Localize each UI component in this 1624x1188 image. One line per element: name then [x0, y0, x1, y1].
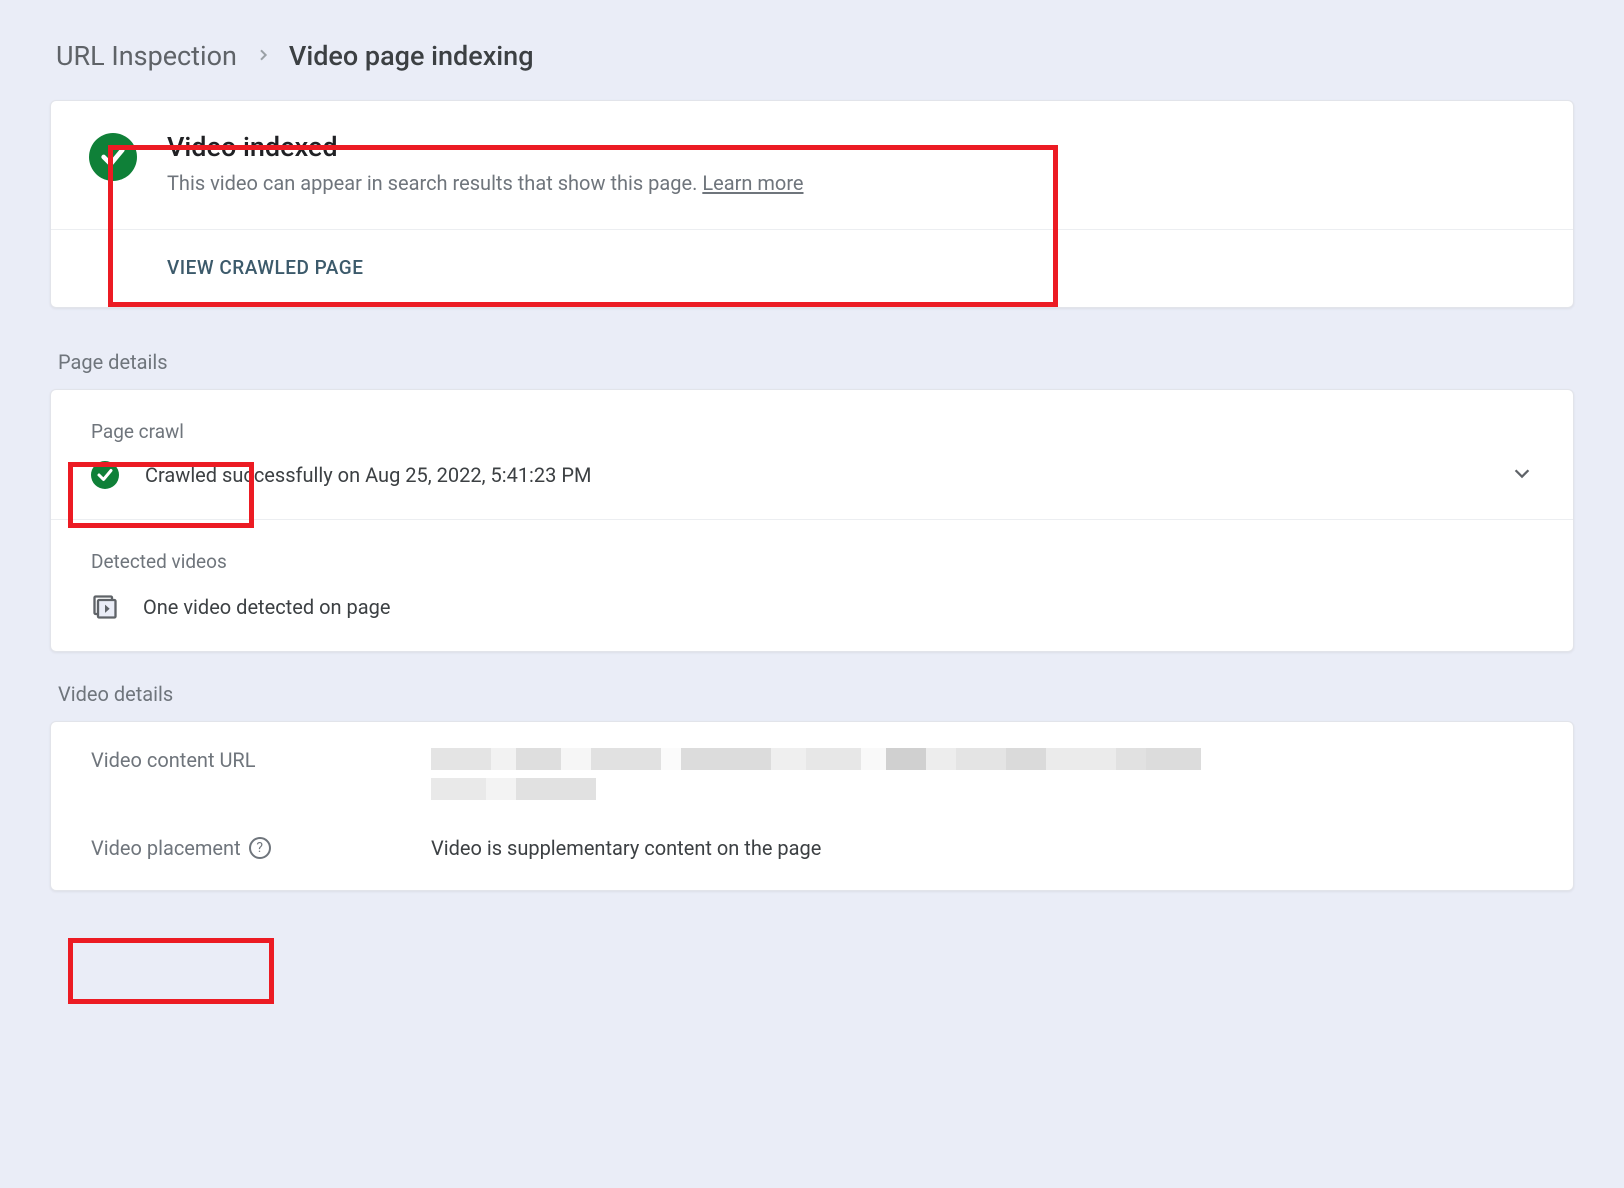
redacted-url [431, 748, 1241, 808]
status-subtitle-text: This video can appear in search results … [167, 171, 702, 195]
annotation-box-video-details [68, 938, 274, 1004]
video-placement-row: Video placement ? Video is supplementary… [51, 818, 1573, 890]
page-crawl-text: Crawled successfully on Aug 25, 2022, 5:… [145, 463, 1485, 487]
success-check-icon [89, 133, 137, 181]
video-placement-key-text: Video placement [91, 836, 241, 860]
video-details-card: Video content URL Video placement ? Vide… [50, 721, 1574, 891]
breadcrumb-current: Video page indexing [289, 40, 534, 72]
status-text: Video indexed This video can appear in s… [167, 131, 804, 197]
status-row: Video indexed This video can appear in s… [51, 101, 1573, 229]
video-placement-key: Video placement ? [91, 836, 401, 860]
video-content-url-key: Video content URL [91, 748, 401, 772]
page-crawl-row[interactable]: Crawled successfully on Aug 25, 2022, 5:… [51, 443, 1573, 519]
video-placement-value: Video is supplementary content on the pa… [431, 836, 821, 860]
detected-videos-row: One video detected on page [51, 573, 1573, 651]
video-details-title: Video details [50, 668, 1574, 721]
detected-videos-label: Detected videos [51, 520, 1573, 573]
view-crawled-row: VIEW CRAWLED PAGE [51, 230, 1573, 307]
status-subtitle: This video can appear in search results … [167, 169, 804, 197]
detected-videos-text: One video detected on page [143, 595, 390, 619]
page-details-card: Page crawl Crawled successfully on Aug 2… [50, 389, 1574, 652]
view-crawled-page-button[interactable]: VIEW CRAWLED PAGE [167, 256, 363, 279]
video-play-icon [91, 593, 119, 621]
video-content-url-value [431, 748, 1241, 808]
status-card: Video indexed This video can appear in s… [50, 100, 1574, 308]
learn-more-link[interactable]: Learn more [702, 171, 803, 195]
breadcrumb-first[interactable]: URL Inspection [56, 40, 237, 72]
page-crawl-label: Page crawl [51, 390, 1573, 443]
video-content-url-row: Video content URL [51, 722, 1573, 818]
success-check-icon [91, 461, 119, 489]
status-title: Video indexed [167, 131, 804, 163]
breadcrumb: URL Inspection Video page indexing [50, 40, 1574, 72]
chevron-right-icon [255, 44, 271, 69]
page-root: URL Inspection Video page indexing Video… [50, 40, 1574, 891]
help-icon[interactable]: ? [249, 837, 271, 859]
chevron-down-icon[interactable] [1511, 462, 1533, 488]
page-details-title: Page details [50, 336, 1574, 389]
